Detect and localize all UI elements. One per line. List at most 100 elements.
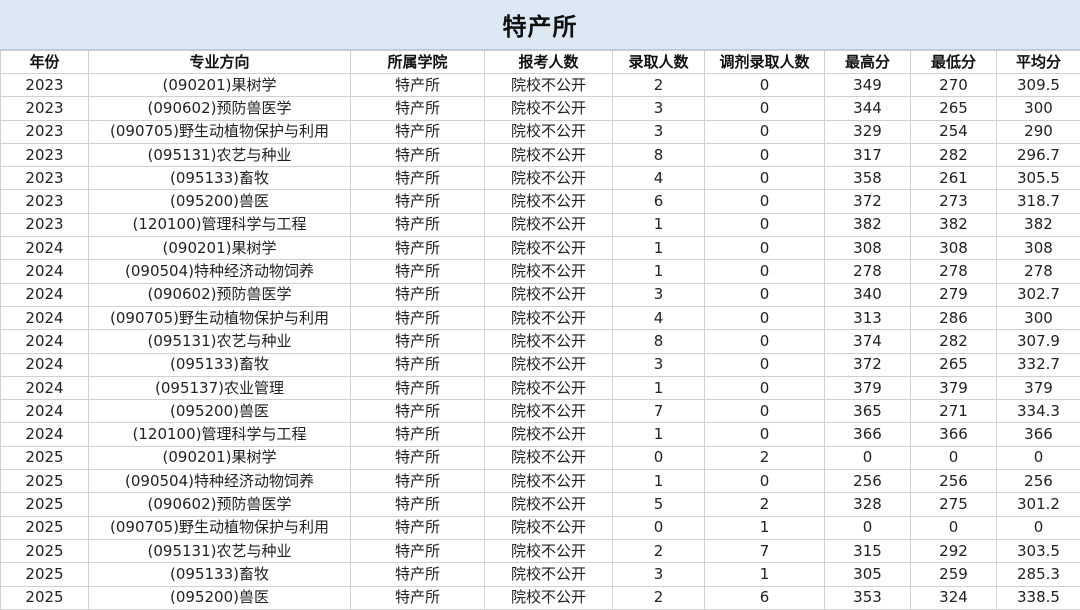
cell-admitted[interactable]: 4 [613,167,705,190]
cell-transfer-admitted[interactable]: 0 [705,213,825,236]
cell-applicants[interactable]: 院校不公开 [485,120,613,143]
header-college[interactable]: 所属学院 [351,51,485,74]
cell-avg-score[interactable]: 278 [997,260,1080,283]
cell-admitted[interactable]: 7 [613,400,705,423]
cell-major[interactable]: (095131)农艺与种业 [89,539,351,562]
cell-avg-score[interactable]: 307.9 [997,330,1080,353]
cell-admitted[interactable]: 1 [613,237,705,260]
cell-min-score[interactable]: 275 [911,493,997,516]
cell-year[interactable]: 2025 [1,563,89,586]
cell-year[interactable]: 2023 [1,167,89,190]
cell-max-score[interactable]: 340 [825,283,911,306]
cell-min-score[interactable]: 279 [911,283,997,306]
header-avg-score[interactable]: 平均分 [997,51,1080,74]
cell-avg-score[interactable]: 334.3 [997,400,1080,423]
cell-college[interactable]: 特产所 [351,190,485,213]
cell-year[interactable]: 2025 [1,539,89,562]
cell-major[interactable]: (095200)兽医 [89,190,351,213]
cell-transfer-admitted[interactable]: 0 [705,400,825,423]
cell-avg-score[interactable]: 300 [997,306,1080,329]
cell-max-score[interactable]: 305 [825,563,911,586]
cell-avg-score[interactable]: 302.7 [997,283,1080,306]
cell-transfer-admitted[interactable]: 1 [705,563,825,586]
cell-college[interactable]: 特产所 [351,306,485,329]
cell-min-score[interactable]: 256 [911,470,997,493]
cell-applicants[interactable]: 院校不公开 [485,190,613,213]
cell-applicants[interactable]: 院校不公开 [485,237,613,260]
header-admitted[interactable]: 录取人数 [613,51,705,74]
cell-major[interactable]: (095133)畜牧 [89,353,351,376]
cell-max-score[interactable]: 313 [825,306,911,329]
header-applicants[interactable]: 报考人数 [485,51,613,74]
cell-admitted[interactable]: 2 [613,586,705,609]
cell-min-score[interactable]: 379 [911,376,997,399]
cell-avg-score[interactable]: 308 [997,237,1080,260]
cell-college[interactable]: 特产所 [351,400,485,423]
cell-max-score[interactable]: 366 [825,423,911,446]
cell-major[interactable]: (090201)果树学 [89,74,351,97]
cell-avg-score[interactable]: 256 [997,470,1080,493]
cell-admitted[interactable]: 1 [613,260,705,283]
cell-major[interactable]: (095200)兽医 [89,400,351,423]
cell-transfer-admitted[interactable]: 0 [705,353,825,376]
cell-avg-score[interactable]: 332.7 [997,353,1080,376]
cell-applicants[interactable]: 院校不公开 [485,330,613,353]
cell-avg-score[interactable]: 300 [997,97,1080,120]
cell-major[interactable]: (090705)野生动植物保护与利用 [89,120,351,143]
cell-year[interactable]: 2024 [1,283,89,306]
cell-applicants[interactable]: 院校不公开 [485,353,613,376]
header-transfer-admitted[interactable]: 调剂录取人数 [705,51,825,74]
cell-admitted[interactable]: 1 [613,376,705,399]
cell-year[interactable]: 2023 [1,120,89,143]
cell-max-score[interactable]: 365 [825,400,911,423]
cell-max-score[interactable]: 379 [825,376,911,399]
cell-major[interactable]: (090602)预防兽医学 [89,493,351,516]
cell-admitted[interactable]: 4 [613,306,705,329]
cell-major[interactable]: (095200)兽医 [89,586,351,609]
cell-college[interactable]: 特产所 [351,120,485,143]
cell-transfer-admitted[interactable]: 0 [705,97,825,120]
cell-college[interactable]: 特产所 [351,423,485,446]
cell-transfer-admitted[interactable]: 0 [705,190,825,213]
cell-min-score[interactable]: 382 [911,213,997,236]
cell-transfer-admitted[interactable]: 0 [705,143,825,166]
cell-applicants[interactable]: 院校不公开 [485,563,613,586]
cell-applicants[interactable]: 院校不公开 [485,283,613,306]
cell-min-score[interactable]: 292 [911,539,997,562]
cell-year[interactable]: 2024 [1,306,89,329]
cell-applicants[interactable]: 院校不公开 [485,97,613,120]
cell-max-score[interactable]: 315 [825,539,911,562]
cell-major[interactable]: (095131)农艺与种业 [89,143,351,166]
cell-applicants[interactable]: 院校不公开 [485,167,613,190]
cell-year[interactable]: 2025 [1,586,89,609]
cell-max-score[interactable]: 349 [825,74,911,97]
cell-year[interactable]: 2023 [1,190,89,213]
cell-college[interactable]: 特产所 [351,283,485,306]
cell-avg-score[interactable]: 338.5 [997,586,1080,609]
cell-max-score[interactable]: 344 [825,97,911,120]
cell-min-score[interactable]: 0 [911,446,997,469]
cell-max-score[interactable]: 329 [825,120,911,143]
cell-major[interactable]: (095133)畜牧 [89,167,351,190]
cell-year[interactable]: 2025 [1,493,89,516]
cell-applicants[interactable]: 院校不公开 [485,493,613,516]
cell-min-score[interactable]: 271 [911,400,997,423]
cell-year[interactable]: 2024 [1,237,89,260]
cell-max-score[interactable]: 358 [825,167,911,190]
cell-applicants[interactable]: 院校不公开 [485,306,613,329]
cell-avg-score[interactable]: 309.5 [997,74,1080,97]
cell-applicants[interactable]: 院校不公开 [485,446,613,469]
cell-min-score[interactable]: 282 [911,330,997,353]
cell-transfer-admitted[interactable]: 0 [705,306,825,329]
cell-max-score[interactable]: 308 [825,237,911,260]
cell-transfer-admitted[interactable]: 0 [705,167,825,190]
cell-college[interactable]: 特产所 [351,539,485,562]
cell-applicants[interactable]: 院校不公开 [485,539,613,562]
cell-year[interactable]: 2025 [1,516,89,539]
cell-major[interactable]: (090705)野生动植物保护与利用 [89,306,351,329]
cell-admitted[interactable]: 1 [613,213,705,236]
header-year[interactable]: 年份 [1,51,89,74]
cell-transfer-admitted[interactable]: 0 [705,283,825,306]
header-max-score[interactable]: 最高分 [825,51,911,74]
cell-applicants[interactable]: 院校不公开 [485,586,613,609]
